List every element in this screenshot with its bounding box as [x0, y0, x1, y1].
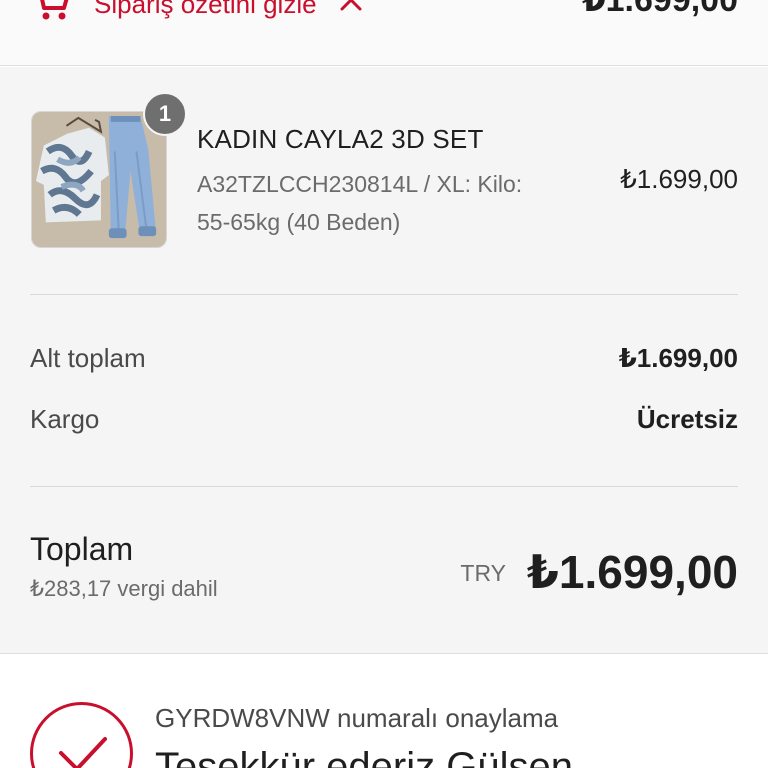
- order-summary-bar: Sipariş özetini gizle ₺1.699,00: [0, 0, 768, 66]
- line-item: 1 KADIN CAYLA2 3D SET A32TZLCCH230814L /…: [0, 67, 768, 295]
- cart-icon: [40, 0, 69, 20]
- total-value: ₺1.699,00: [526, 546, 738, 598]
- product-variant: A32TZLCCH230814L / XL: Kilo: 55-65kg (40…: [197, 171, 523, 235]
- shipping-value: Ücretsiz: [636, 404, 738, 434]
- total-label: Toplam: [30, 531, 134, 567]
- summary-total-price: ₺1.699,00: [581, 0, 738, 19]
- divider: [30, 486, 738, 487]
- quantity-badge: 1: [143, 92, 187, 136]
- total-currency: TRY: [460, 560, 506, 586]
- divider: [30, 294, 738, 295]
- order-summary-toggle-label: Sipariş özetini gizle: [94, 0, 317, 19]
- check-circle-icon: [30, 702, 133, 768]
- shipping-label: Kargo: [30, 404, 100, 434]
- chevron-up-icon: [340, 0, 362, 11]
- order-summary-toggle[interactable]: Sipariş özetini gizle: [32, 0, 363, 24]
- product-thumbnail: [31, 111, 167, 248]
- subtotal-value: ₺1.699,00: [618, 343, 738, 373]
- order-summary-panel: 1 KADIN CAYLA2 3D SET A32TZLCCH230814L /…: [0, 67, 768, 654]
- tax-included-note: ₺283,17 vergi dahil: [30, 576, 218, 601]
- product-name: KADIN CAYLA2 3D SET: [197, 124, 484, 154]
- confirmation-section: GYRDW8VNW numaralı onaylama Teşekkür ede…: [0, 655, 768, 768]
- checkout-page: Sipariş özetini gizle ₺1.699,00 1 KADIN …: [0, 0, 768, 768]
- subtotal-label: Alt toplam: [30, 343, 146, 373]
- product-price: ₺1.699,00: [620, 164, 738, 194]
- confirmation-number: GYRDW8VNW numaralı onaylama: [155, 703, 559, 733]
- thank-you-heading: Teşekkür ederiz Gülşen: [155, 745, 573, 768]
